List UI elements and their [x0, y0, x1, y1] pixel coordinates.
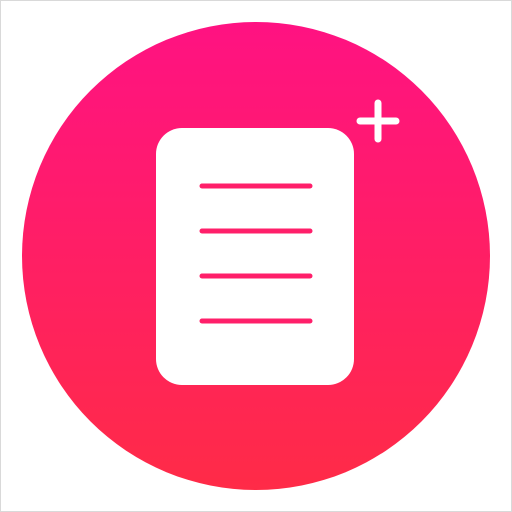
document-icon	[156, 128, 354, 385]
app-icon[interactable]	[0, 0, 512, 512]
app-icon-graphic	[22, 22, 490, 490]
document-sheet	[156, 128, 354, 385]
